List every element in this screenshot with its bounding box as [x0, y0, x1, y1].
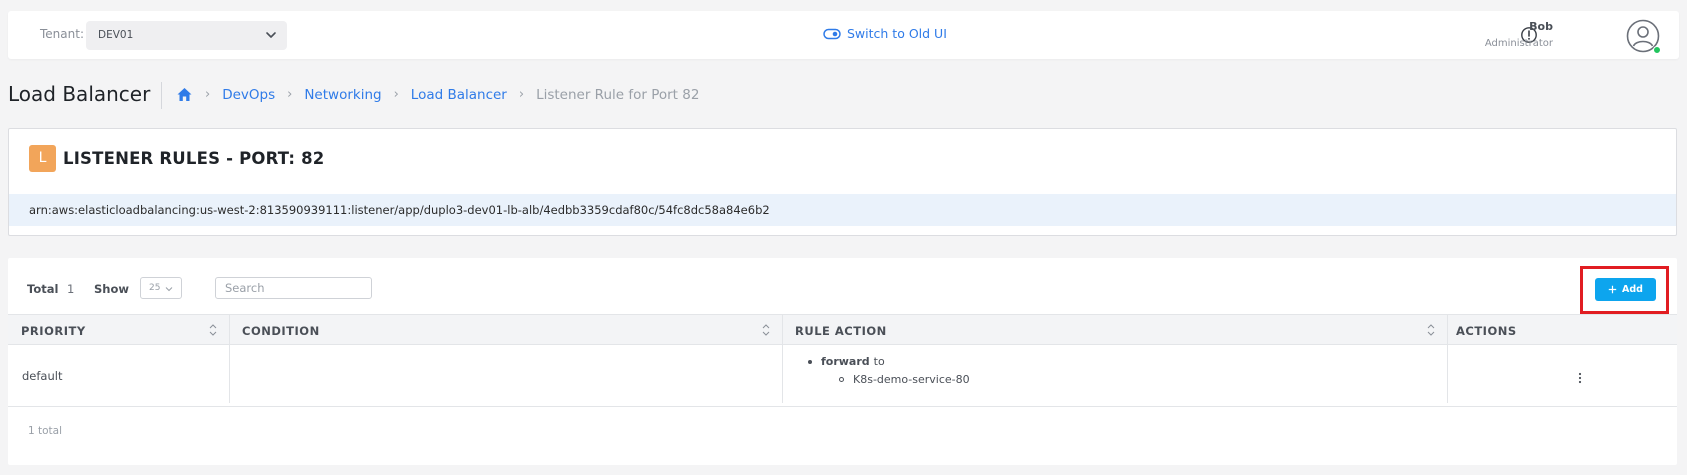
- rules-table-card: Total 1 Show 25 Add PRIORITY CONDITION R…: [8, 258, 1677, 465]
- breadcrumb-separator: ›: [287, 87, 293, 102]
- user-role: Administrator: [1484, 38, 1553, 49]
- bullet: [808, 359, 812, 364]
- toggle-icon: [823, 28, 841, 39]
- breadcrumb-load-balancer[interactable]: Load Balancer: [411, 87, 507, 103]
- rule-action-item: forward to: [808, 355, 970, 368]
- search-input[interactable]: [215, 277, 372, 299]
- online-status-dot: [1653, 46, 1661, 54]
- sort-icon[interactable]: [762, 323, 770, 337]
- switch-old-ui-label: Switch to Old UI: [847, 26, 947, 41]
- table-row: default forward to K8s-demo-service-80: [8, 345, 1677, 407]
- rule-action-suffix: to: [873, 355, 885, 368]
- rule-action-target: K8s-demo-service-80: [853, 373, 970, 386]
- breadcrumb-separator: ›: [518, 87, 525, 102]
- column-header-rule-action[interactable]: RULE ACTION: [782, 315, 1447, 346]
- table-header: PRIORITY CONDITION RULE ACTION ACTIONS: [8, 314, 1677, 345]
- page-size-select[interactable]: 25: [140, 277, 182, 299]
- column-header-actions: ACTIONS: [1447, 315, 1677, 346]
- tenant-select-value: DEV01: [98, 29, 134, 41]
- cell-rule-action: forward to K8s-demo-service-80: [808, 355, 970, 386]
- page-size-value: 25: [149, 283, 161, 293]
- add-button[interactable]: Add: [1595, 278, 1656, 301]
- home-icon[interactable]: [176, 86, 193, 103]
- sort-icon[interactable]: [209, 323, 217, 337]
- cell-priority: default: [22, 369, 63, 383]
- listener-title: LISTENER RULES - PORT: 82: [63, 149, 325, 168]
- switch-old-ui-link[interactable]: Switch to Old UI: [823, 26, 947, 41]
- listener-header-card: L LISTENER RULES - PORT: 82 arn:aws:elas…: [8, 128, 1677, 236]
- column-header-label: PRIORITY: [21, 324, 86, 338]
- listener-badge: L: [29, 145, 56, 172]
- breadcrumb: › DevOps › Networking › Load Balancer › …: [176, 86, 699, 103]
- column-header-label: CONDITION: [242, 324, 320, 338]
- tenant-label: Tenant:: [40, 27, 84, 41]
- rule-action-type: forward: [821, 355, 870, 368]
- user-name: Bob: [1529, 20, 1553, 33]
- page-title: Load Balancer: [8, 82, 151, 106]
- column-header-label: ACTIONS: [1456, 324, 1517, 338]
- rule-action-target-item: K8s-demo-service-80: [839, 373, 970, 386]
- title-divider: [161, 82, 162, 109]
- kebab-menu-icon[interactable]: [1578, 372, 1582, 384]
- breadcrumb-devops[interactable]: DevOps: [222, 87, 275, 103]
- bullet: [839, 377, 844, 382]
- show-label: Show: [94, 282, 129, 296]
- breadcrumb-networking[interactable]: Networking: [304, 87, 381, 103]
- arn-bar: arn:aws:elasticloadbalancing:us-west-2:8…: [9, 194, 1676, 226]
- chevron-down-icon: [266, 32, 276, 38]
- plus-icon: [1608, 285, 1617, 294]
- chevron-down-icon: [165, 287, 173, 292]
- breadcrumb-current: Listener Rule for Port 82: [536, 86, 700, 103]
- add-button-label: Add: [1622, 284, 1643, 295]
- top-bar: Tenant: DEV01 Switch to Old UI Bob Admin…: [8, 11, 1679, 59]
- column-header-condition[interactable]: CONDITION: [229, 315, 782, 346]
- breadcrumb-separator: ›: [393, 87, 399, 102]
- breadcrumb-separator: ›: [205, 87, 211, 102]
- column-header-priority[interactable]: PRIORITY: [8, 315, 229, 346]
- sort-icon[interactable]: [1427, 323, 1435, 337]
- column-header-label: RULE ACTION: [795, 324, 887, 338]
- table-footer-total: 1 total: [28, 425, 63, 437]
- listener-arn: arn:aws:elasticloadbalancing:us-west-2:8…: [29, 203, 770, 217]
- tenant-select[interactable]: DEV01: [86, 21, 287, 50]
- total-label: Total: [27, 282, 59, 296]
- total-count: 1: [67, 282, 75, 296]
